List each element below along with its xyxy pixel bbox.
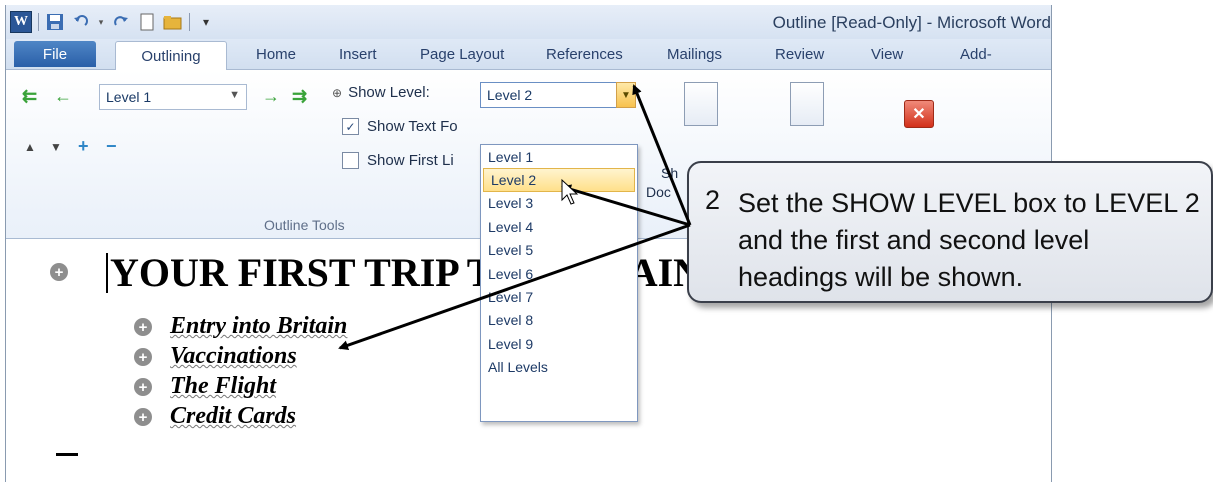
expand-icon[interactable]: + bbox=[134, 348, 152, 366]
show-level-dropdown: Level 1 Level 2 Level 3 Level 4 Level 5 … bbox=[480, 144, 638, 422]
document-icon bbox=[684, 82, 718, 126]
promote-to-heading1-icon[interactable]: ⇇ bbox=[22, 86, 37, 107]
dropdown-item[interactable]: Level 3 bbox=[481, 192, 637, 215]
tab-addins[interactable]: Add- bbox=[960, 41, 992, 67]
tab-page-layout[interactable]: Page Layout bbox=[420, 41, 504, 67]
outline-level-select[interactable]: Level 1 ▼ bbox=[99, 84, 247, 110]
quick-access-toolbar: W ▾ ▾ bbox=[10, 11, 216, 33]
tab-mailings[interactable]: Mailings bbox=[667, 41, 722, 67]
dropdown-item[interactable]: All Levels bbox=[481, 356, 637, 379]
tab-outlining[interactable]: Outlining bbox=[115, 41, 227, 70]
instruction-text: Set the SHOW LEVEL box to LEVEL 2 and th… bbox=[738, 188, 1200, 292]
expand-icon[interactable]: + bbox=[78, 136, 89, 157]
step-number: 2 bbox=[705, 185, 721, 215]
tab-view[interactable]: View bbox=[871, 41, 903, 67]
dropdown-item[interactable]: Level 6 bbox=[481, 262, 637, 285]
dropdown-icon[interactable]: ▾ bbox=[97, 12, 105, 32]
tab-insert[interactable]: Insert bbox=[339, 41, 377, 67]
instruction-callout: 2 Set the SHOW LEVEL box to LEVEL 2 and … bbox=[687, 161, 1213, 303]
tab-references[interactable]: References bbox=[546, 41, 623, 67]
dropdown-item[interactable]: Level 8 bbox=[481, 309, 637, 332]
move-up-icon[interactable]: ▲ bbox=[24, 140, 36, 154]
close-icon: ✕ bbox=[904, 100, 934, 128]
dropdown-item[interactable]: Level 1 bbox=[481, 145, 637, 168]
heading-level-2[interactable]: Credit Cards bbox=[170, 403, 296, 430]
text-cursor bbox=[106, 253, 108, 293]
outline-tools-group-label: Outline Tools bbox=[264, 217, 345, 233]
open-folder-icon[interactable] bbox=[163, 12, 183, 32]
ribbon-tabs: File Outlining Home Insert Page Layout R… bbox=[6, 39, 1051, 70]
close-outline-view-button[interactable]: ✕ bbox=[901, 90, 937, 138]
show-text-formatting-checkbox[interactable]: ✓ Show Text Fo bbox=[342, 118, 458, 135]
customize-icon[interactable]: ▾ bbox=[196, 12, 216, 32]
show-level-icon: ⊕ bbox=[332, 85, 343, 100]
dropdown-item[interactable]: Level 5 bbox=[481, 239, 637, 262]
dropdown-item[interactable]: Level 9 bbox=[481, 332, 637, 355]
expand-icon[interactable]: + bbox=[134, 378, 152, 396]
body-text-marker bbox=[56, 453, 78, 456]
tab-review[interactable]: Review bbox=[775, 41, 824, 67]
heading-level-2[interactable]: The Flight bbox=[170, 373, 276, 400]
chevron-down-icon[interactable]: ▼ bbox=[616, 82, 636, 108]
show-document-label-fragment: Sh bbox=[661, 165, 679, 181]
tab-file[interactable]: File bbox=[14, 41, 96, 67]
tab-home[interactable]: Home bbox=[256, 41, 296, 67]
move-down-icon[interactable]: ▼ bbox=[50, 140, 62, 154]
show-level-label: ⊕ Show Level: bbox=[332, 84, 430, 101]
undo-icon[interactable] bbox=[71, 12, 91, 32]
separator bbox=[38, 13, 39, 31]
demote-to-body-icon[interactable]: ⇉ bbox=[292, 86, 307, 107]
outline-level-value: Level 1 bbox=[106, 89, 152, 105]
separator bbox=[189, 13, 190, 31]
collapse-subdocuments-button[interactable] bbox=[789, 80, 825, 128]
checkbox-unchecked-icon[interactable] bbox=[342, 152, 359, 169]
show-level-value: Level 2 bbox=[487, 87, 533, 103]
word-logo-icon[interactable]: W bbox=[10, 11, 32, 33]
show-document-button[interactable] bbox=[683, 80, 719, 128]
demote-icon[interactable]: → bbox=[262, 86, 280, 107]
save-icon[interactable] bbox=[45, 12, 65, 32]
chevron-down-icon: ▼ bbox=[229, 89, 240, 101]
heading-level-2[interactable]: Entry into Britain bbox=[170, 313, 347, 340]
title-bar: W ▾ ▾ Outline [Read-Only] - Microsoft Wo… bbox=[6, 5, 1051, 39]
document-up-icon bbox=[790, 82, 824, 126]
show-level-text: Show Level: bbox=[348, 84, 430, 101]
window-title: Outline [Read-Only] - Microsoft Word bbox=[772, 13, 1051, 32]
heading-level-2[interactable]: Vaccinations bbox=[170, 343, 297, 370]
show-first-line-checkbox[interactable]: Show First Li bbox=[342, 152, 454, 169]
show-first-line-label: Show First Li bbox=[367, 152, 454, 169]
dropdown-item[interactable]: Level 4 bbox=[481, 215, 637, 238]
dropdown-item[interactable]: Level 7 bbox=[481, 285, 637, 308]
new-doc-icon[interactable] bbox=[137, 12, 157, 32]
show-level-combo[interactable]: Level 2 ▼ bbox=[480, 82, 636, 108]
dropdown-item-selected[interactable]: Level 2 bbox=[483, 168, 635, 192]
redo-icon[interactable] bbox=[111, 12, 131, 32]
collapse-icon[interactable]: − bbox=[106, 136, 117, 157]
checkbox-checked-icon[interactable]: ✓ bbox=[342, 118, 359, 135]
show-document-label-fragment-2: Doc bbox=[646, 184, 671, 200]
promote-icon[interactable]: ← bbox=[54, 86, 72, 107]
expand-icon[interactable]: + bbox=[134, 318, 152, 336]
expand-icon[interactable]: + bbox=[50, 263, 68, 281]
expand-icon[interactable]: + bbox=[134, 408, 152, 426]
show-text-formatting-label: Show Text Fo bbox=[367, 118, 458, 135]
